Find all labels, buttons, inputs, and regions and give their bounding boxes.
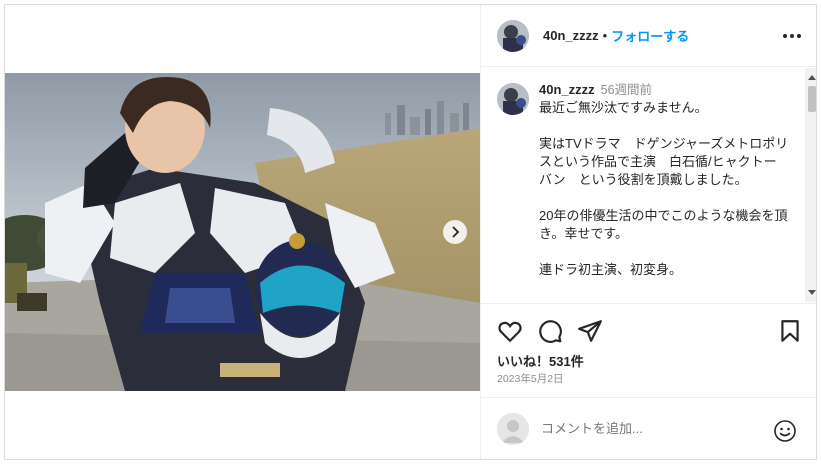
scrollbar-thumb[interactable] <box>808 86 816 112</box>
emoji-icon[interactable] <box>773 419 797 443</box>
avatar[interactable] <box>497 83 529 115</box>
chevron-right-icon <box>452 226 460 238</box>
avatar <box>497 412 529 445</box>
scroll-down-icon[interactable] <box>805 286 816 300</box>
separator-dot: • <box>602 28 608 43</box>
avatar[interactable] <box>497 19 529 52</box>
caption-username[interactable]: 40n_zzzz <box>539 82 595 97</box>
scroll-up-icon[interactable] <box>805 70 816 84</box>
caption-meta: 40n_zzzz 56週間前 <box>539 81 789 99</box>
post-sidebar: 40n_zzzz • フォローする 40n_zzzz 56週間前 最近ご無沙汰で… <box>480 5 816 459</box>
caption-comment: 40n_zzzz 56週間前 最近ご無沙汰ですみません。 実はTVドラマ ドゲンジ… <box>497 81 797 279</box>
likes-count[interactable]: いいね！531件 <box>497 351 584 370</box>
post-media <box>5 5 480 459</box>
post-date[interactable]: 2023年5月2日 <box>497 371 564 386</box>
comment-input[interactable] <box>541 421 771 436</box>
next-image-button[interactable] <box>443 220 467 244</box>
caption-time[interactable]: 56週間前 <box>601 83 652 97</box>
more-options-icon[interactable] <box>783 27 801 45</box>
username[interactable]: 40n_zzzz <box>543 28 599 43</box>
follow-button[interactable]: フォローする <box>611 26 689 45</box>
comments-panel[interactable]: 40n_zzzz 56週間前 最近ご無沙汰ですみません。 実はTVドラマ ドゲンジ… <box>481 68 816 302</box>
comment-icon[interactable] <box>537 318 563 344</box>
caption-body: 40n_zzzz 56週間前 最近ご無沙汰ですみません。 実はTVドラマ ドゲンジ… <box>539 81 789 279</box>
add-comment-bar <box>481 397 816 459</box>
save-icon[interactable] <box>777 318 803 344</box>
instagram-post-embed: 40n_zzzz • フォローする 40n_zzzz 56週間前 最近ご無沙汰で… <box>4 4 817 460</box>
post-photo[interactable] <box>5 73 480 391</box>
heart-icon[interactable] <box>497 318 523 344</box>
post-header: 40n_zzzz • フォローする <box>481 5 816 67</box>
share-icon[interactable] <box>577 318 603 344</box>
action-bar <box>481 303 816 344</box>
caption-text: 最近ご無沙汰ですみません。 実はTVドラマ ドゲンジャーズメトロポリスという作品… <box>539 100 789 277</box>
comments-scrollbar[interactable] <box>805 68 816 302</box>
